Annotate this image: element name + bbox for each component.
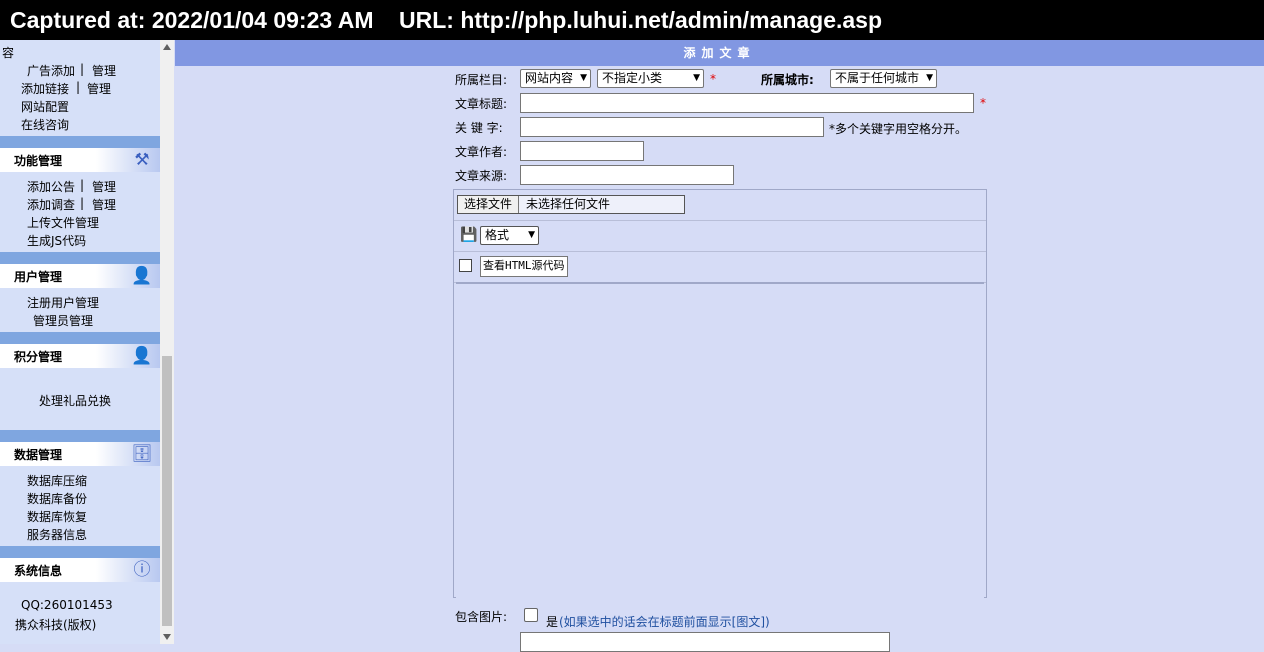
save-icon[interactable]: 💾 [460,227,477,243]
editor-mode-row: 查看HTML源代码 [454,252,986,283]
info-icon: ⓘ [133,560,151,580]
scroll-thumb[interactable] [162,356,172,626]
sidebar-scrollbar[interactable] [160,40,174,644]
sidebar-link-ad-manage[interactable]: 管理 [92,62,116,79]
chevron-down-icon: ▼ [693,73,700,83]
column-select[interactable]: 网站内容 ▼ [520,69,591,88]
sidebar-link-registered-users[interactable]: 注册用户管理 [27,294,99,311]
source-label: 文章来源: [455,169,508,183]
chevron-down-icon: ▼ [528,230,535,240]
image-path-input[interactable] [520,632,890,652]
file-upload-field[interactable]: 选择文件 未选择任何文件 [457,195,685,214]
sidebar-band [0,332,160,344]
sidebar-link-db-compress[interactable]: 数据库压缩 [27,472,87,489]
sidebar-link-db-restore[interactable]: 数据库恢复 [27,508,87,525]
sidebar-link-link-manage[interactable]: 管理 [87,80,111,97]
sidebar-link-admins[interactable]: 管理员管理 [33,312,93,329]
editor-content-area[interactable] [456,282,984,598]
sidebar-link-survey-add[interactable]: 添加调查 [27,196,75,213]
sidebar-band [0,430,160,442]
view-html-source-button[interactable]: 查看HTML源代码 [480,256,568,277]
chevron-down-icon: ▼ [926,73,933,83]
sidebar-header-label: 功能管理 [14,154,63,168]
city-label: 所属城市: [761,73,814,87]
keyword-hint: *多个关键字用空格分开。 [829,122,968,136]
sidebar-link-online-consult[interactable]: 在线咨询 [21,116,69,133]
database-icon: 🗄 [131,444,153,464]
file-status: 未选择任何文件 [526,197,611,211]
sidebar-copyright: 携众科技(版权) [15,618,97,632]
title-label: 文章标题: [455,97,508,111]
include-image-hint: (如果选中的话会在标题前面显示[图文]) [559,615,770,629]
sidebar-header-label: 用户管理 [14,270,63,284]
column-label: 所属栏目: [455,73,508,87]
author-input[interactable] [520,141,644,161]
sidebar-link-gen-js[interactable]: 生成JS代码 [27,232,86,249]
main-panel: 添加文章 所属栏目: 网站内容 ▼ 不指定小类 ▼ * 所属城市: 不属于任何城市 ▼… [175,40,1264,652]
sidebar-header-function[interactable]: 功能管理 ⚒ [0,148,160,172]
sidebar-header-user[interactable]: 用户管理 👤 [0,264,160,288]
user-icon: 👤 [131,266,153,286]
keyword-input[interactable] [520,117,824,137]
required-mark: * [980,96,986,110]
sidebar-link-db-backup[interactable]: 数据库备份 [27,490,87,507]
sidebar-header-points[interactable]: 积分管理 👤 [0,344,160,368]
city-select[interactable]: 不属于任何城市 ▼ [830,69,937,88]
include-image-yes: 是 [546,615,559,629]
sidebar-header-label: 积分管理 [14,350,63,364]
sidebar-band [0,252,160,264]
sidebar-link-gift-exchange[interactable]: 处理礼品兑换 [39,392,111,409]
sidebar-link-server-info[interactable]: 服务器信息 [27,526,87,543]
page-title: 添加文章 [175,40,1264,66]
sidebar-link-ad-add[interactable]: 广告添加 [27,62,75,79]
sidebar-link-notice-manage[interactable]: 管理 [92,178,116,195]
include-image-checkbox[interactable] [524,608,538,622]
author-label: 文章作者: [455,145,508,159]
sidebar: 容 广告添加 | 管理 添加链接 | 管理 网站配置 在线咨询 功能管理 ⚒ 添… [0,40,160,644]
checkbox-icon[interactable] [459,259,472,272]
scroll-up-arrow-icon[interactable] [163,44,171,50]
source-input[interactable] [520,165,734,185]
keyword-label: 关 键 字: [455,121,503,135]
user-icon: 👤 [131,346,153,366]
tools-icon: ⚒ [134,150,150,170]
choose-file-button[interactable]: 选择文件 [458,196,520,213]
title-input[interactable] [520,93,974,113]
sidebar-band [0,136,160,148]
include-image-label: 包含图片: [455,610,508,624]
sidebar-link-survey-manage[interactable]: 管理 [92,196,116,213]
subcategory-select[interactable]: 不指定小类 ▼ [597,69,704,88]
required-mark: * [710,72,716,86]
sidebar-header-label: 数据管理 [14,448,63,462]
sidebar-header-data[interactable]: 数据管理 🗄 [0,442,160,466]
editor-toolbar-row: 💾 格式 ▼ [454,221,986,252]
chevron-down-icon: ▼ [580,73,587,83]
capture-caption: Captured at: 2022/01/04 09:23 AM URL: ht… [0,0,1264,40]
sidebar-header-system[interactable]: 系统信息 ⓘ [0,558,160,582]
sidebar-link-site-config[interactable]: 网站配置 [21,98,69,115]
editor-upload-row: 选择文件 未选择任何文件 [454,190,986,221]
sidebar-band [0,546,160,558]
sidebar-link-link-add[interactable]: 添加链接 [21,80,69,97]
sidebar-link-upload-manage[interactable]: 上传文件管理 [27,214,99,231]
sidebar-link-notice-add[interactable]: 添加公告 [27,178,75,195]
sidebar-truncated-heading: 容 [2,46,15,60]
sidebar-header-label: 系统信息 [14,564,63,578]
rich-text-editor: 选择文件 未选择任何文件 💾 格式 ▼ 查看HTML源代码 [453,189,987,598]
scroll-down-arrow-icon[interactable] [163,634,171,640]
format-select[interactable]: 格式 ▼ [480,226,539,245]
sidebar-qq: QQ:260101453 [21,598,113,612]
